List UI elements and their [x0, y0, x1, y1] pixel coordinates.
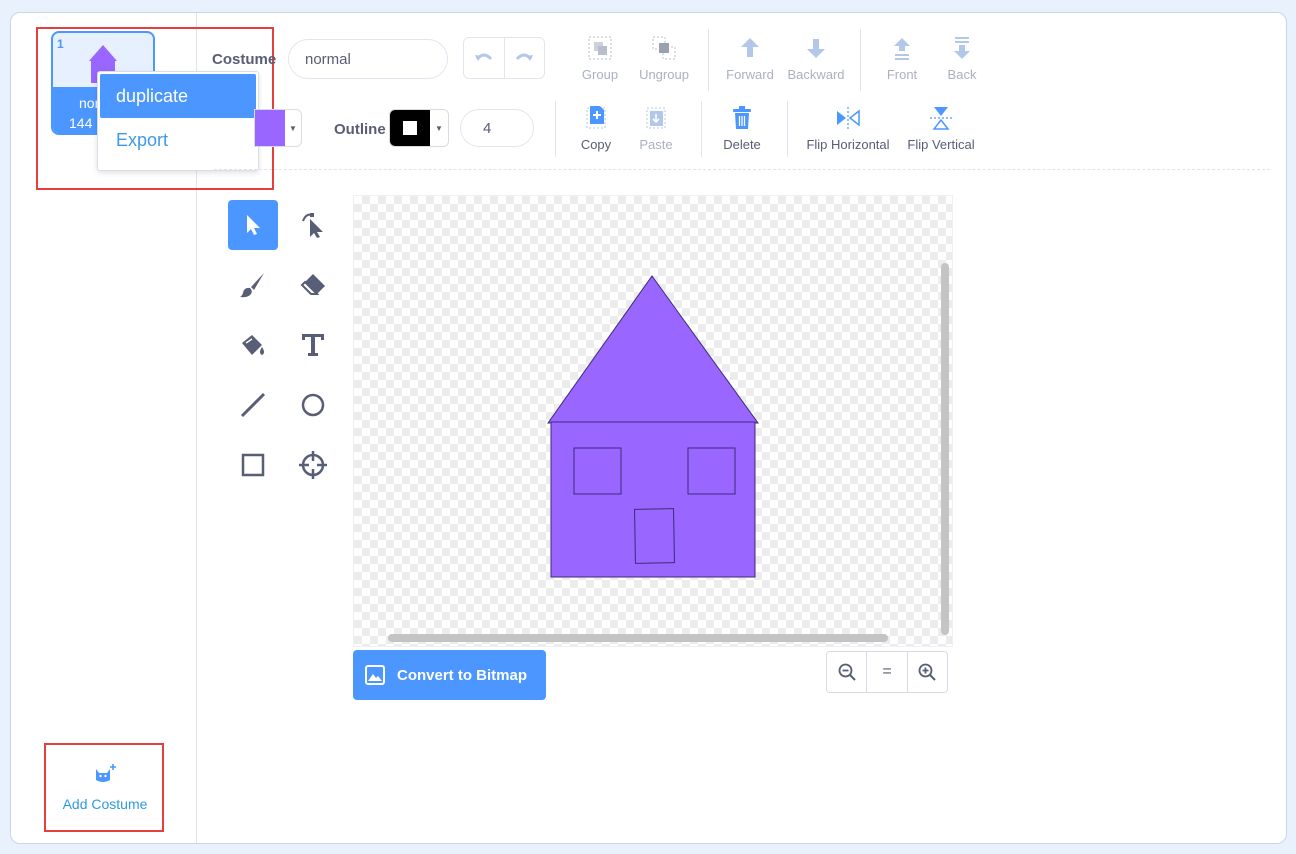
- toolbar-divider: [214, 169, 1270, 170]
- undo-button[interactable]: [464, 38, 504, 78]
- flip-vertical-icon: [930, 107, 952, 130]
- flip-vertical-button[interactable]: Flip Vertical: [898, 105, 984, 152]
- costume-name-input[interactable]: [288, 39, 448, 79]
- toolbar-separator: [555, 101, 556, 157]
- ungroup-icon: [652, 36, 676, 60]
- group-label: Group: [581, 67, 619, 82]
- send-back-icon: [954, 37, 970, 59]
- redo-icon: [516, 53, 534, 61]
- costume-sidebar: 1 nor 144 duplicate Export Add Costume: [11, 13, 274, 843]
- bitmap-image-icon: [365, 665, 385, 685]
- arrow-down-icon: [807, 39, 825, 58]
- zoom-reset-button[interactable]: =: [866, 652, 906, 692]
- outline-width-input[interactable]: [460, 109, 534, 147]
- back-label: Back: [947, 67, 977, 82]
- toolbar-separator: [708, 29, 709, 91]
- zoom-out-icon: [838, 663, 856, 681]
- tool-circle[interactable]: [288, 380, 338, 430]
- zoom-out-button[interactable]: [827, 652, 866, 692]
- zoom-in-icon: [918, 663, 937, 681]
- copy-icon: [586, 106, 606, 129]
- zoom-in-button[interactable]: [906, 652, 947, 692]
- outline-color-picker[interactable]: ▼: [389, 109, 449, 147]
- zoom-controls: =: [826, 651, 948, 693]
- flip-horizontal-button[interactable]: Flip Horizontal: [798, 105, 898, 152]
- outline-color-swatch: [390, 110, 430, 146]
- house-drawing[interactable]: [354, 196, 954, 648]
- flip-horizontal-icon: [837, 107, 860, 129]
- tool-eraser[interactable]: [288, 260, 338, 310]
- copy-label: Copy: [580, 137, 612, 152]
- fill-dropdown-icon: ▼: [285, 110, 301, 146]
- tool-text[interactable]: [288, 320, 338, 370]
- rectangle-icon: [241, 453, 265, 477]
- back-button[interactable]: Back: [924, 35, 1000, 82]
- flip-horizontal-label: Flip Horizontal: [806, 137, 890, 152]
- delete-label: Delete: [723, 137, 761, 152]
- convert-to-bitmap-label: Convert to Bitmap: [397, 666, 528, 684]
- outline-dropdown-icon: ▼: [430, 110, 448, 146]
- toolbar-separator: [701, 101, 702, 157]
- outline-label: Outline: [334, 121, 386, 138]
- fill-color-swatch: [255, 110, 285, 146]
- undo-icon: [474, 53, 492, 61]
- group-icon: [588, 36, 612, 60]
- paint-bucket-icon: [242, 335, 264, 355]
- house-roof: [547, 275, 759, 424]
- canvas-horizontal-scrollbar[interactable]: [388, 634, 888, 642]
- forward-button[interactable]: Forward: [712, 35, 788, 82]
- highlight-box-add-costume: [44, 743, 164, 832]
- front-label: Front: [886, 67, 918, 82]
- redo-button[interactable]: [503, 38, 545, 78]
- line-icon: [240, 392, 266, 418]
- text-icon: [302, 334, 324, 356]
- crosshair-icon: [299, 451, 327, 479]
- house-body: [550, 421, 756, 578]
- paint-editor: Costume Group Ungroup Forward Backward: [198, 13, 1286, 843]
- trash-icon: [733, 106, 751, 129]
- paste-icon: [646, 107, 666, 129]
- toolbar-separator: [787, 101, 788, 157]
- backward-label: Backward: [787, 67, 845, 82]
- drawing-canvas[interactable]: [353, 195, 953, 647]
- delete-button[interactable]: Delete: [704, 105, 780, 152]
- tool-line[interactable]: [228, 380, 278, 430]
- eraser-icon: [300, 274, 325, 295]
- arrow-up-icon: [741, 38, 759, 57]
- circle-icon: [301, 393, 325, 417]
- backward-button[interactable]: Backward: [778, 35, 854, 82]
- select-arrow-icon: [247, 215, 260, 235]
- fill-color-picker[interactable]: ▼: [254, 109, 302, 147]
- ungroup-button[interactable]: Ungroup: [626, 35, 702, 82]
- ungroup-label: Ungroup: [639, 67, 689, 82]
- tool-reshape[interactable]: [288, 200, 338, 250]
- bring-front-icon: [894, 38, 910, 60]
- tool-center[interactable]: [288, 440, 338, 490]
- convert-to-bitmap-button[interactable]: Convert to Bitmap: [353, 650, 546, 700]
- canvas-vertical-scrollbar[interactable]: [941, 263, 949, 635]
- undo-redo-group: [463, 37, 545, 79]
- tool-rectangle[interactable]: [228, 440, 278, 490]
- costume-name-label: Costume: [212, 51, 277, 68]
- tool-fill[interactable]: [228, 320, 278, 370]
- reshape-icon: [302, 213, 323, 238]
- toolbar-separator: [860, 29, 861, 91]
- paste-button[interactable]: Paste: [618, 105, 694, 152]
- flip-vertical-label: Flip Vertical: [907, 137, 975, 152]
- tool-select[interactable]: [228, 200, 278, 250]
- paste-label: Paste: [639, 137, 673, 152]
- paint-editor-window: 1 nor 144 duplicate Export Add Costume C…: [10, 12, 1287, 844]
- forward-label: Forward: [726, 67, 774, 82]
- brush-icon: [240, 273, 264, 298]
- tool-brush[interactable]: [228, 260, 278, 310]
